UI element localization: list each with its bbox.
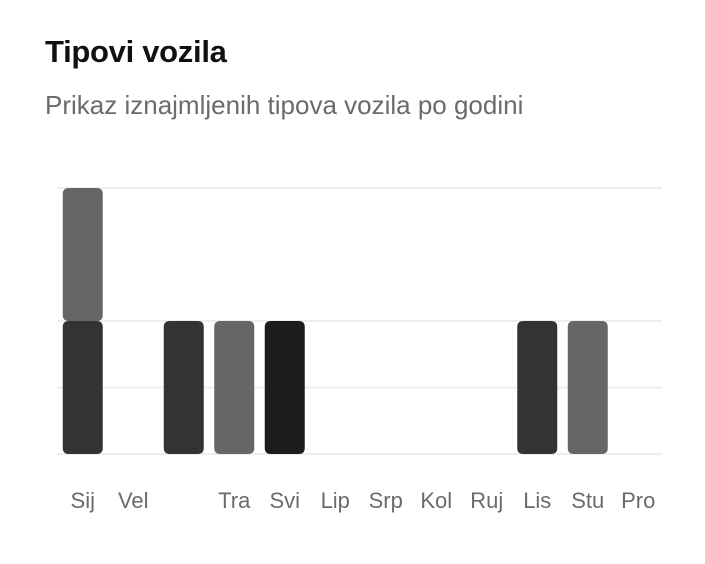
- x-tick-label: Pro: [621, 488, 655, 513]
- bar-lis-series-1[interactable]: [517, 321, 558, 454]
- x-tick-label: Tra: [218, 488, 251, 513]
- x-tick-label: Kol: [420, 488, 452, 513]
- x-tick-label: Stu: [571, 488, 604, 513]
- x-tick-label: Vel: [118, 488, 149, 513]
- bar-sij-series-2[interactable]: [62, 188, 103, 321]
- bar-stu-series-2[interactable]: [567, 321, 608, 454]
- x-tick-label: Srp: [369, 488, 403, 513]
- bar-chart: Sij Vel Tra Svi Lip Srp Kol Ruj Lis Stu Pro: [57, 187, 662, 513]
- x-tick-label: Ruj: [470, 488, 503, 513]
- chart-card: Tipovi vozila Prikaz iznajmljenih tipova…: [0, 0, 705, 564]
- x-tick-label: Lip: [321, 488, 350, 513]
- bar-ožu-series-1[interactable]: [163, 321, 204, 454]
- x-tick-label: Svi: [269, 488, 300, 513]
- x-tick-label: Sij: [71, 488, 95, 513]
- x-tick-label: Lis: [523, 488, 551, 513]
- bar-sij-series-1[interactable]: [62, 321, 103, 454]
- bar-tra-series-2[interactable]: [214, 321, 255, 454]
- bar-svi-series-3[interactable]: [264, 321, 305, 454]
